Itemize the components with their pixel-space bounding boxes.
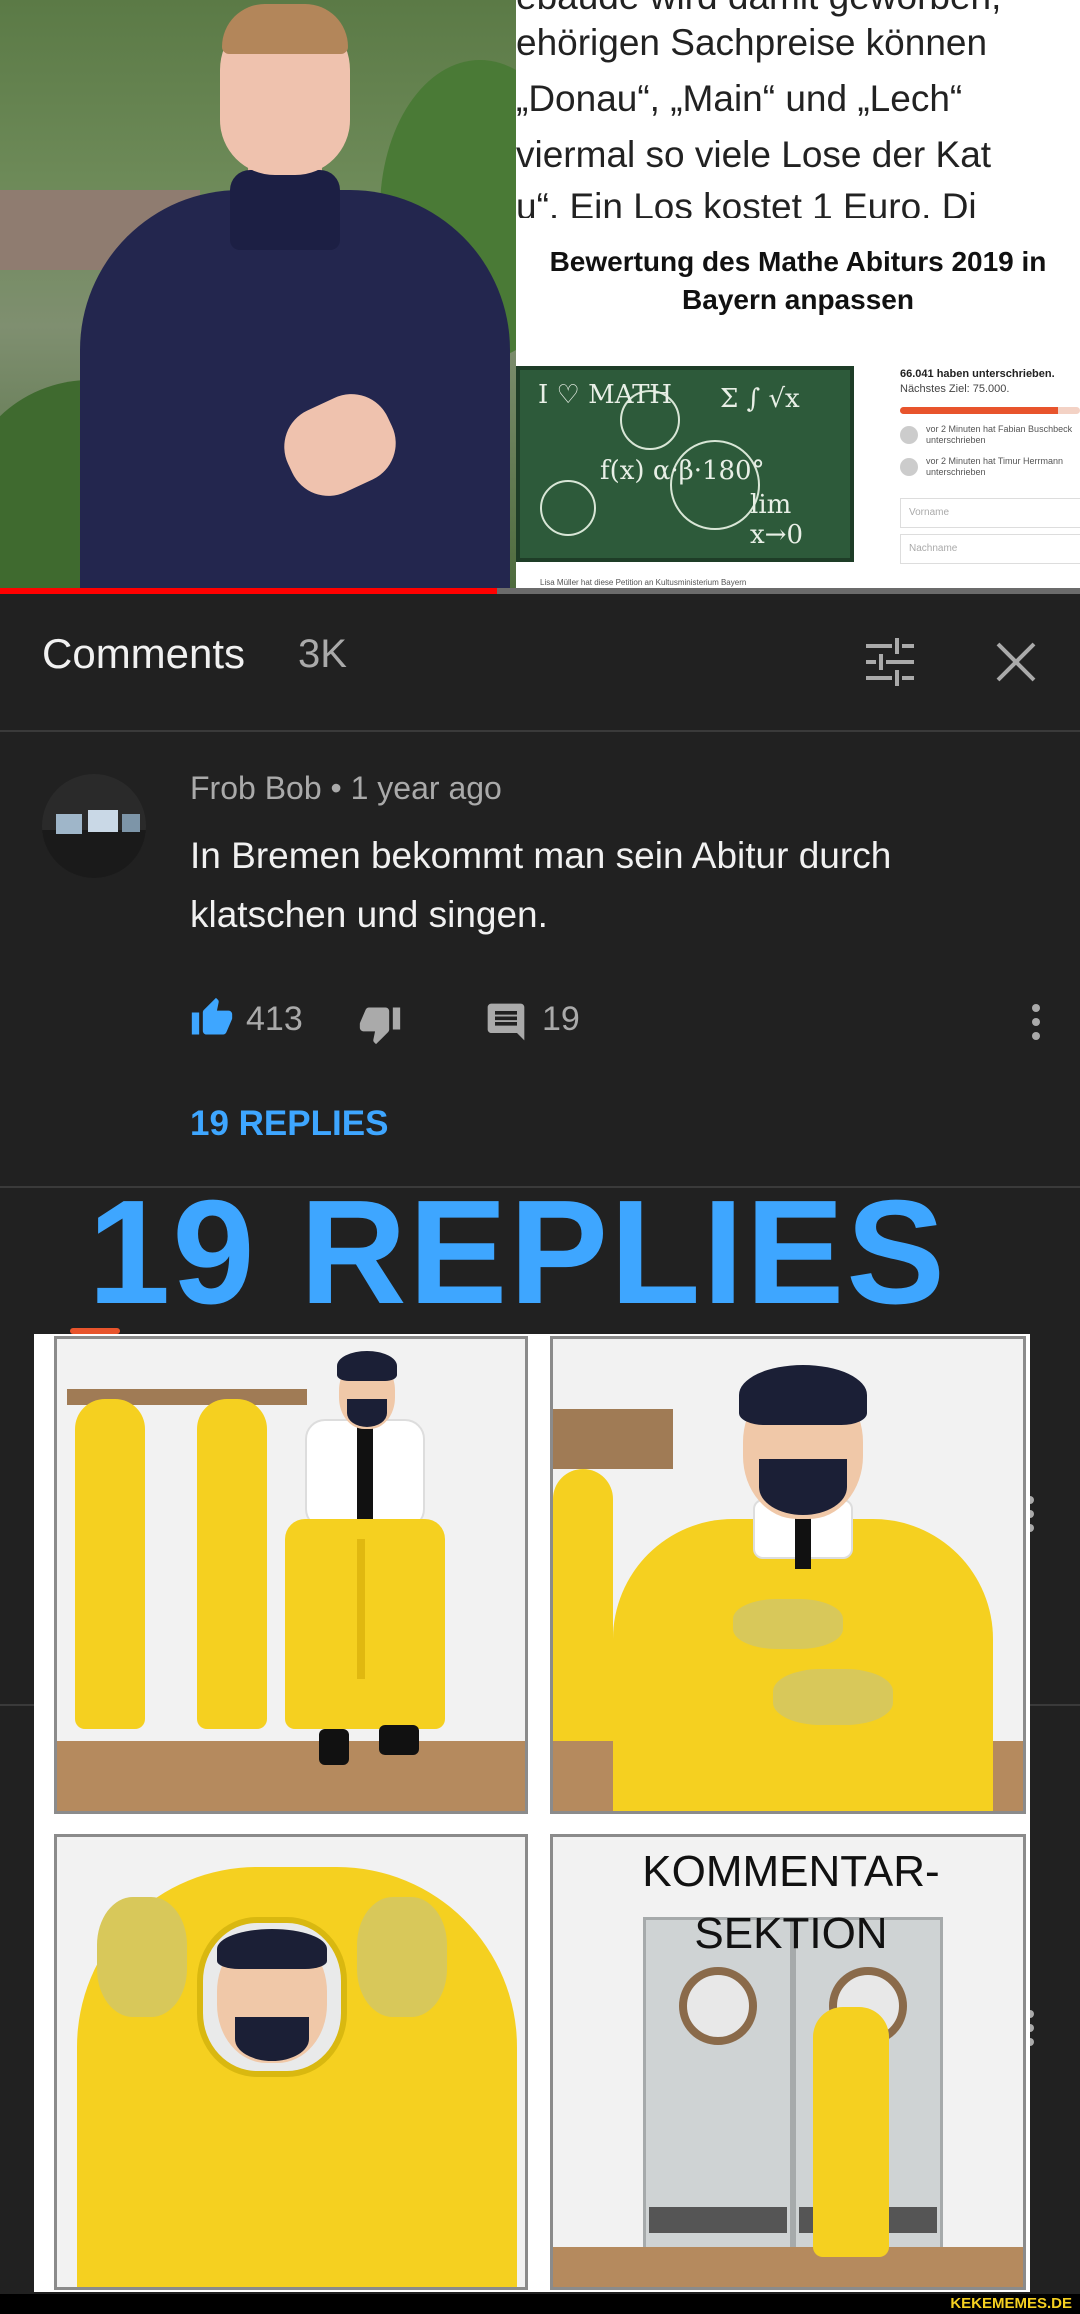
replies-button[interactable]: 19 REPLIES bbox=[190, 1104, 388, 1144]
comments-header: Comments 3K bbox=[0, 594, 1080, 732]
avatar[interactable] bbox=[42, 774, 146, 878]
chalkboard-image: I ♡ MATH Σ ∫ √x f(x) α·β·180° lim x→0 bbox=[516, 366, 854, 562]
avatar-icon bbox=[900, 426, 918, 444]
avatar-icon bbox=[900, 458, 918, 476]
comment-time: 1 year ago bbox=[350, 770, 502, 806]
recent-signer: vor 2 Minuten hat Timur Herrmann untersc… bbox=[900, 456, 1080, 478]
signature-goal: Nächstes Ziel: 75.000. bbox=[900, 383, 1010, 395]
petition-text-line: ehörigen Sachpreise können bbox=[516, 22, 988, 63]
signature-progress-bar bbox=[900, 407, 1080, 414]
petition-screenshot: ebaude wird damit geworben, ehörigen Sac… bbox=[516, 0, 1080, 594]
meme-panel-1 bbox=[54, 1336, 528, 1814]
petition-title: Bewertung des Mathe Abiturs 2019 in Baye… bbox=[549, 246, 1047, 315]
comment-actions: 413 19 bbox=[190, 992, 1050, 1052]
hazmat-meme: KOMMENTAR- SEKTION bbox=[34, 1334, 1030, 2292]
sliders-icon[interactable] bbox=[862, 634, 918, 690]
close-icon[interactable] bbox=[988, 634, 1044, 690]
comment-meta: Frob Bob • 1 year ago bbox=[190, 770, 502, 806]
meme-panel-4: KOMMENTAR- SEKTION bbox=[550, 1834, 1026, 2290]
meme-caption: 19 REPLIES bbox=[88, 1170, 948, 1335]
comment-author[interactable]: Frob Bob bbox=[190, 770, 322, 806]
watermark: KEKEMEMES.DE bbox=[950, 2295, 1072, 2312]
like-count: 413 bbox=[246, 1000, 303, 1038]
comment-section-sign: KOMMENTAR- SEKTION bbox=[642, 1847, 940, 1958]
signature-count: 66.041 haben unterschrieben. bbox=[900, 368, 1055, 380]
thumbs-down-icon[interactable] bbox=[358, 1002, 402, 1046]
first-name-field: Vorname bbox=[900, 498, 1080, 528]
video-person-photo bbox=[0, 0, 516, 594]
comments-title: Comments bbox=[42, 630, 246, 677]
reply-count: 19 bbox=[542, 1000, 580, 1038]
comments-count: 3K bbox=[298, 632, 347, 676]
petition-text-line: viermal so viele Lose der Kat bbox=[516, 134, 992, 175]
petition-text-line: ebaude wird damit geworben, bbox=[516, 0, 1001, 18]
recent-signer: vor 2 Minuten hat Fabian Buschbeck unter… bbox=[900, 424, 1080, 446]
thumbs-up-icon[interactable] bbox=[190, 996, 234, 1040]
petition-footer: Lisa Müller hat diese Petition an Kultus… bbox=[540, 578, 747, 587]
comment-icon[interactable] bbox=[484, 1000, 528, 1044]
more-vertical-icon[interactable] bbox=[1026, 1000, 1046, 1044]
meme-panel-2 bbox=[550, 1336, 1026, 1814]
meme-panel-3 bbox=[54, 1834, 528, 2290]
bottom-bar bbox=[0, 2294, 1080, 2314]
petition-text-line: „Donau“, „Main“ und „Lech“ bbox=[516, 78, 963, 119]
petition-stats: 66.041 haben unterschrieben. Nächstes Zi… bbox=[900, 368, 1080, 564]
last-name-field: Nachname bbox=[900, 534, 1080, 564]
video-player[interactable]: ebaude wird damit geworben, ehörigen Sac… bbox=[0, 0, 1080, 594]
comment-text: In Bremen bekommt man sein Abitur durch … bbox=[190, 835, 892, 935]
